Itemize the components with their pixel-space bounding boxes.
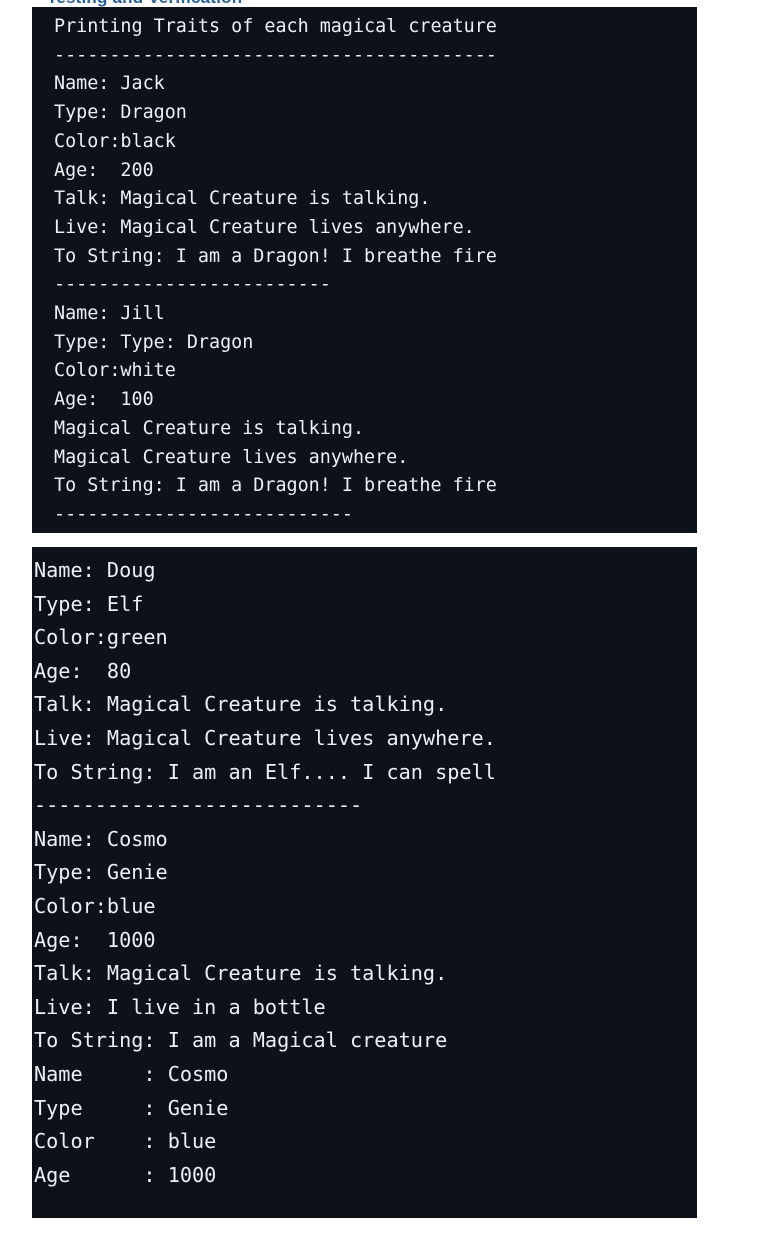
console-line: Age: 80	[34, 658, 132, 683]
console-line: Live: I live in a bottle	[34, 994, 326, 1019]
console-line: Name: Jill	[54, 303, 165, 325]
console-line: Magical Creature lives anywhere.	[54, 446, 409, 468]
console-line: Name : Cosmo	[34, 1061, 229, 1086]
console-line: ---------------------------	[54, 503, 353, 525]
console-line: Age: 1000	[34, 927, 156, 952]
console-line: To String: I am an Elf.... I can spell	[34, 759, 496, 784]
console-line: To String: I am a Dragon! I breathe fire	[54, 245, 497, 267]
console-line: Talk: Magical Creature is talking.	[34, 961, 448, 986]
console-line: Magical Creature is talking.	[54, 417, 365, 439]
console-line: To String: I am a Dragon! I breathe fire	[54, 475, 497, 497]
console-line: ---------------------------	[34, 793, 363, 818]
console-line: ----------------------------------------	[54, 44, 497, 66]
console-line: Printing Traits of each magical creature	[54, 16, 497, 37]
console-line: Color:white	[54, 360, 176, 382]
console-line: Live: Magical Creature lives anywhere.	[54, 216, 475, 238]
console-line: Color:green	[34, 625, 168, 650]
console-line: Talk: Magical Creature is talking.	[34, 692, 448, 717]
console-line: Age: 100	[54, 389, 154, 411]
console-line: -------------------------	[54, 274, 331, 296]
console-line: Color : blue	[34, 1129, 217, 1154]
console-output-block-2: Name: Doug Type: Elf Color:green Age: 80 Tal…	[32, 547, 697, 1218]
console-line: Name: Doug	[34, 558, 156, 582]
console-line: Type: Dragon	[54, 102, 187, 124]
console-line: Name: Jack	[54, 73, 165, 95]
console-line: Color:blue	[34, 893, 156, 918]
console-line: Type: Genie	[34, 860, 168, 885]
console-line: Age: 200	[54, 159, 154, 181]
console-line: Type : Genie	[34, 1095, 229, 1120]
console-line: Age : 1000	[34, 1162, 217, 1187]
console-line: Type: Elf	[34, 591, 144, 616]
console-output-block-1: Printing Traits of each magical creature…	[32, 7, 697, 533]
console-line: To String: I am a Magical creature	[34, 1028, 448, 1053]
console-line: Name: Cosmo	[34, 826, 168, 851]
console-line: Talk: Magical Creature is talking.	[54, 188, 431, 210]
console-line: Live: Magical Creature lives anywhere.	[34, 725, 496, 750]
console-line: Color:black	[54, 130, 176, 152]
console-line: Type: Type: Dragon	[54, 331, 254, 353]
